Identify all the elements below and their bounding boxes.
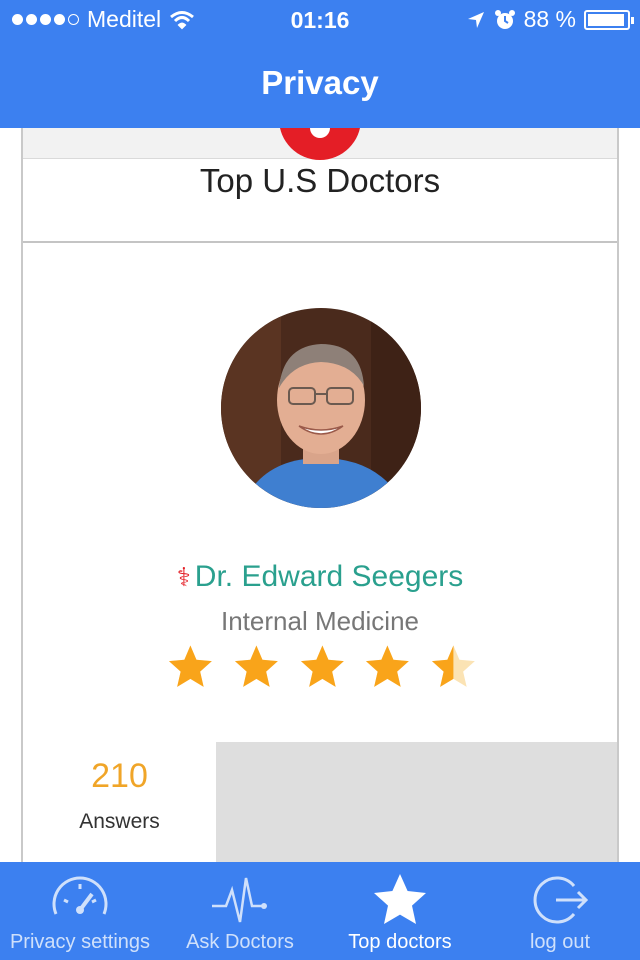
page-title: Privacy [261,64,379,101]
tab-label: Privacy settings [9,931,151,953]
stats-row: 210 Answers [23,742,617,862]
top-bar: Meditel 01:16 88 % Privacy [0,0,640,128]
tab-label: log out [529,931,591,953]
star-full-icon [168,645,212,687]
tab-log-out[interactable]: log out [480,862,640,960]
speedometer-icon [52,876,108,915]
battery-percent: 88 % [523,6,576,32]
caduceus-icon: ⚕ [176,562,191,592]
tab-bar: Privacy settings Ask Doctors Top doctors… [0,862,640,960]
battery-icon [584,9,634,30]
answers-label: Answers [79,810,160,833]
section-title: Top U.S Doctors [199,162,441,199]
star-half-icon [432,645,476,687]
logo-strip [23,128,617,160]
logout-icon [533,876,589,924]
doctor-name: Dr. Edward Seegers [194,560,464,593]
star-full-icon [234,645,278,687]
divider [23,241,617,243]
heartbeat-icon [212,877,267,923]
star-icon [374,874,426,924]
rating-stars [167,643,477,693]
star-full-icon [366,645,410,687]
doctor-avatar[interactable] [221,308,421,508]
location-arrow-icon [467,11,484,28]
tab-label: Ask Doctors [186,931,294,953]
doctor-specialty: Internal Medicine [221,606,419,636]
tab-privacy-settings[interactable]: Privacy settings [0,862,160,960]
status-bar: Meditel 01:16 88 % [0,0,640,40]
answers-count: 210 [91,757,148,795]
star-full-icon [300,645,344,687]
tab-ask-doctors[interactable]: Ask Doctors [160,862,320,960]
doctor-name-row[interactable]: ⚕ Dr. Edward Seegers [23,560,617,594]
tab-top-doctors[interactable]: Top doctors [320,862,480,960]
stats-placeholder [216,742,617,862]
app-logo [279,128,361,160]
doctor-card: Top U.S Doctors ⚕ Dr. Edward Seegers Inte… [21,128,619,862]
alarm-clock-icon [494,9,515,29]
tab-label: Top doctors [348,931,452,953]
answers-stat[interactable]: 210 Answers [23,742,216,862]
